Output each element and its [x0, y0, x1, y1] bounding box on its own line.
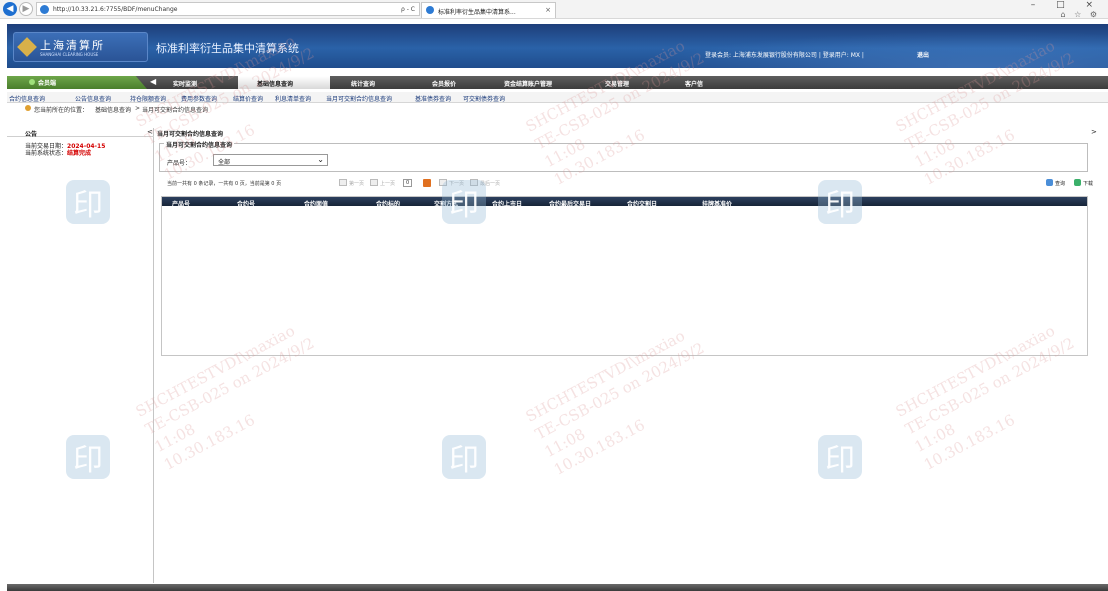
announcement-panel: 公告 < 当前交易日期：2024-04-15 当前系统状态：结算完成: [7, 128, 154, 583]
download-label: 下载: [1083, 181, 1094, 187]
tab-title: 标准利率衍生品集中清算系...: [438, 9, 516, 16]
announcement-header: 公告 <: [7, 128, 154, 138]
menu-item-fund-account[interactable]: 资金结算账户管理: [504, 79, 552, 88]
breadcrumb-item[interactable]: 当月可交割合约信息查询: [142, 105, 208, 114]
breadcrumb-item[interactable]: 基础信息查询: [95, 105, 131, 114]
product-select[interactable]: 全部 ⌄: [213, 154, 328, 166]
address-bar[interactable]: http://10.33.21.6:7755/BDF/menuChange ρ …: [36, 2, 420, 16]
last-page-button[interactable]: 最后一页: [480, 180, 500, 187]
column-header[interactable]: 合约面值: [304, 199, 328, 208]
ie-logo-icon: [40, 5, 49, 14]
system-title: 标准利率衍生品集中清算系统: [156, 42, 299, 55]
window-controls[interactable]: – □ ×: [1031, 0, 1102, 10]
submenu-settlement-price[interactable]: 结算价查询: [233, 94, 263, 103]
address-url[interactable]: http://10.33.21.6:7755/BDF/menuChange: [53, 6, 177, 13]
column-header[interactable]: 合约上市日: [492, 199, 522, 208]
query-form: 当月可交割合约信息查询 产品号： 全部 ⌄: [159, 140, 1088, 172]
column-header[interactable]: 合约号: [237, 199, 255, 208]
header-decoration: [567, 24, 1108, 68]
system-status-label: 当前系统状态：: [25, 150, 68, 157]
location-pin-icon: [25, 105, 31, 111]
collapse-left-icon[interactable]: <: [147, 128, 153, 136]
column-header[interactable]: 挂牌基准价: [702, 199, 732, 208]
column-header[interactable]: 产品号: [172, 199, 190, 208]
expand-right-icon[interactable]: >: [1091, 128, 1097, 136]
product-select-value: 全部: [218, 159, 231, 166]
menu-item-realtime[interactable]: 实时监测: [173, 79, 197, 88]
search-label: 查询: [1055, 181, 1066, 187]
product-label: 产品号：: [167, 160, 192, 167]
sub-menu: 合约信息查询 公告信息查询 持仓限额查询 费用参数查询 结算价查询 利息清单查询…: [7, 92, 1108, 103]
menu-item-client-info[interactable]: 客户信: [685, 79, 703, 88]
app-header: 上海清算所 SHANGHAI CLEARING HOUSE 标准利率衍生品集中清…: [7, 24, 1108, 68]
logo-diamond-icon: [17, 37, 37, 57]
pagination-bar: 当前一共有 0 条记录，一共有 0 页，当前是第 0 页 第一页 上一页 0 下…: [159, 178, 1108, 188]
browser-tab[interactable]: 标准利率衍生品集中清算系... ×: [421, 2, 556, 18]
search-button[interactable]: 查询: [1046, 179, 1065, 187]
pager-summary: 当前一共有 0 条记录，一共有 0 页，当前是第 0 页: [167, 181, 282, 187]
member-dot-icon: [29, 79, 35, 85]
next-page-icon[interactable]: [439, 179, 447, 186]
submenu-benchmark-bonds[interactable]: 基准债券查询: [415, 94, 451, 103]
query-panel: 当月可交割合约信息查询 > 当月可交割合约信息查询 产品号： 全部 ⌄ 当前一共…: [157, 128, 1108, 583]
address-search-refresh-icon[interactable]: ρ - C: [401, 6, 415, 13]
breadcrumb-prefix: 您当前所在的位置：: [34, 107, 89, 114]
logo-english-name: SHANGHAI CLEARING HOUSE: [40, 52, 99, 57]
download-icon: [1074, 179, 1081, 186]
prev-page-button[interactable]: 上一页: [380, 180, 395, 187]
first-page-button[interactable]: 第一页: [349, 180, 364, 187]
chevron-down-icon: ⌄: [317, 155, 324, 164]
browser-tool-icons[interactable]: ⌂ ☆ ⚙: [1060, 10, 1100, 19]
announcement-title: 公告: [25, 131, 38, 138]
breadcrumb-separator: >: [135, 105, 141, 112]
forward-arrow-icon[interactable]: ▶: [19, 2, 33, 16]
column-header[interactable]: 合约标的: [376, 199, 400, 208]
logo: 上海清算所 SHANGHAI CLEARING HOUSE: [13, 32, 148, 62]
tab-close-icon[interactable]: ×: [545, 6, 551, 14]
system-status-value: 结算完成: [67, 150, 92, 157]
logo-chinese-name: 上海清算所: [40, 39, 105, 52]
last-page-icon[interactable]: [470, 179, 478, 186]
login-info: 登录会员: 上海浦东发展银行股份有限公司 | 登录用户: MX |: [705, 52, 864, 59]
submenu-fee-params[interactable]: 费用参数查询: [181, 94, 217, 103]
logout-link[interactable]: 退出: [917, 50, 929, 59]
go-page-icon[interactable]: [423, 179, 431, 187]
footer-bar: [7, 584, 1108, 591]
search-icon: [1046, 179, 1053, 186]
back-arrow-icon[interactable]: ◀: [3, 2, 17, 16]
next-page-button[interactable]: 下一页: [449, 180, 464, 187]
member-tab-label: 会员端: [38, 80, 57, 87]
tab-favicon-icon: [426, 6, 434, 14]
submenu-deliverable-bonds[interactable]: 可交割债券查询: [463, 94, 505, 103]
breadcrumb: 您当前所在的位置： 基础信息查询 > 当月可交割合约信息查询: [7, 104, 1108, 114]
prev-page-icon[interactable]: [370, 179, 378, 186]
query-form-legend: 当月可交割合约信息查询: [164, 140, 235, 149]
collapse-arrow-icon[interactable]: ◀: [150, 77, 156, 86]
column-header[interactable]: 交割方式: [434, 199, 458, 208]
submenu-interest-list[interactable]: 利息清单查询: [275, 94, 311, 103]
member-tab[interactable]: 会员端: [7, 76, 147, 89]
menu-item-basic-info[interactable]: 基础信息查询: [257, 79, 293, 88]
page-number-input[interactable]: 0: [403, 179, 413, 187]
column-header[interactable]: 合约交割日: [627, 199, 657, 208]
submenu-position-limits[interactable]: 持仓限额查询: [130, 94, 166, 103]
submenu-deliverable-contracts[interactable]: 当月可交割合约信息查询: [326, 94, 392, 103]
menu-item-statistics[interactable]: 统计查询: [351, 79, 375, 88]
first-page-icon[interactable]: [339, 179, 347, 186]
system-status-line: 当前系统状态：结算完成: [25, 148, 91, 157]
results-table: 产品号 合约号 合约面值 合约标的 交割方式 合约上市日 合约最后交易日 合约交…: [161, 196, 1088, 356]
submenu-contract-info[interactable]: 合约信息查询: [9, 94, 45, 103]
panel-title: 当月可交割合约信息查询: [157, 131, 224, 138]
browser-toolbar: ◀ ▶ http://10.33.21.6:7755/BDF/menuChang…: [0, 0, 1108, 19]
menu-item-trade-management[interactable]: 交易管理: [605, 79, 629, 88]
column-header[interactable]: 合约最后交易日: [549, 199, 591, 208]
submenu-announcements[interactable]: 公告信息查询: [75, 94, 111, 103]
table-header: 产品号 合约号 合约面值 合约标的 交割方式 合约上市日 合约最后交易日 合约交…: [162, 197, 1087, 208]
menu-item-member-quote[interactable]: 会员报价: [432, 79, 456, 88]
download-button[interactable]: 下载: [1074, 179, 1093, 187]
main-menu: 会员端 ◀ 实时监测 基础信息查询 统计查询 会员报价 资金结算账户管理 交易管…: [7, 76, 1108, 89]
